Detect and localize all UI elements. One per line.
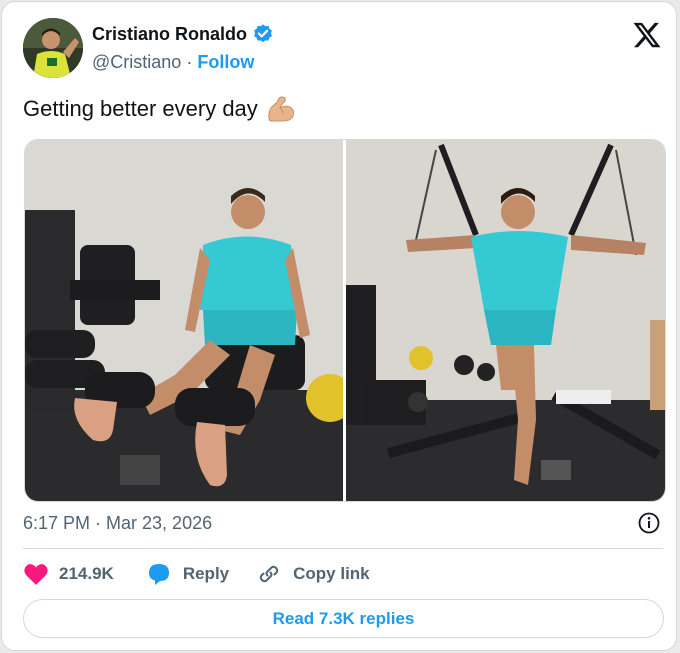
like-button[interactable]: 214.9K xyxy=(23,562,114,586)
tweet-actions: 214.9K Reply Copy link xyxy=(23,561,370,587)
x-logo-icon[interactable] xyxy=(632,20,662,50)
author-name-row: Cristiano Ronaldo xyxy=(92,23,274,45)
link-icon xyxy=(259,565,279,583)
reply-button[interactable]: Reply xyxy=(147,562,229,586)
tweet-photo-2[interactable] xyxy=(346,140,665,501)
divider xyxy=(23,548,663,549)
tweet-photo-1[interactable] xyxy=(25,140,343,501)
info-icon[interactable] xyxy=(637,511,661,535)
flexed-biceps-icon xyxy=(268,96,294,122)
like-count: 214.9K xyxy=(59,564,114,583)
tweet-text: Getting better every day xyxy=(23,96,258,121)
follow-button[interactable]: Follow xyxy=(197,52,254,72)
author-handle-row: @Cristiano · Follow xyxy=(92,52,254,73)
handle-separator: · xyxy=(186,52,193,72)
tweet-media-grid xyxy=(24,139,666,502)
read-replies-button[interactable]: Read 7.3K replies xyxy=(23,599,664,638)
reply-label: Reply xyxy=(182,564,230,583)
author-handle[interactable]: @Cristiano xyxy=(92,52,181,72)
tweet-timestamp[interactable]: 6:17 PM · Mar 23, 2026 xyxy=(23,513,212,534)
tweet-card: Cristiano Ronaldo @Cristiano · Follow Ge… xyxy=(1,1,677,651)
copy-link-button[interactable]: Copy link xyxy=(257,562,370,586)
verified-badge-icon xyxy=(254,24,272,43)
author-name[interactable]: Cristiano Ronaldo xyxy=(92,24,247,45)
copy-link-label: Copy link xyxy=(293,564,370,583)
author-avatar[interactable] xyxy=(23,18,83,78)
tweet-text-row: Getting better every day xyxy=(23,95,296,123)
reply-bubble-icon xyxy=(148,564,169,585)
heart-icon xyxy=(24,564,48,585)
